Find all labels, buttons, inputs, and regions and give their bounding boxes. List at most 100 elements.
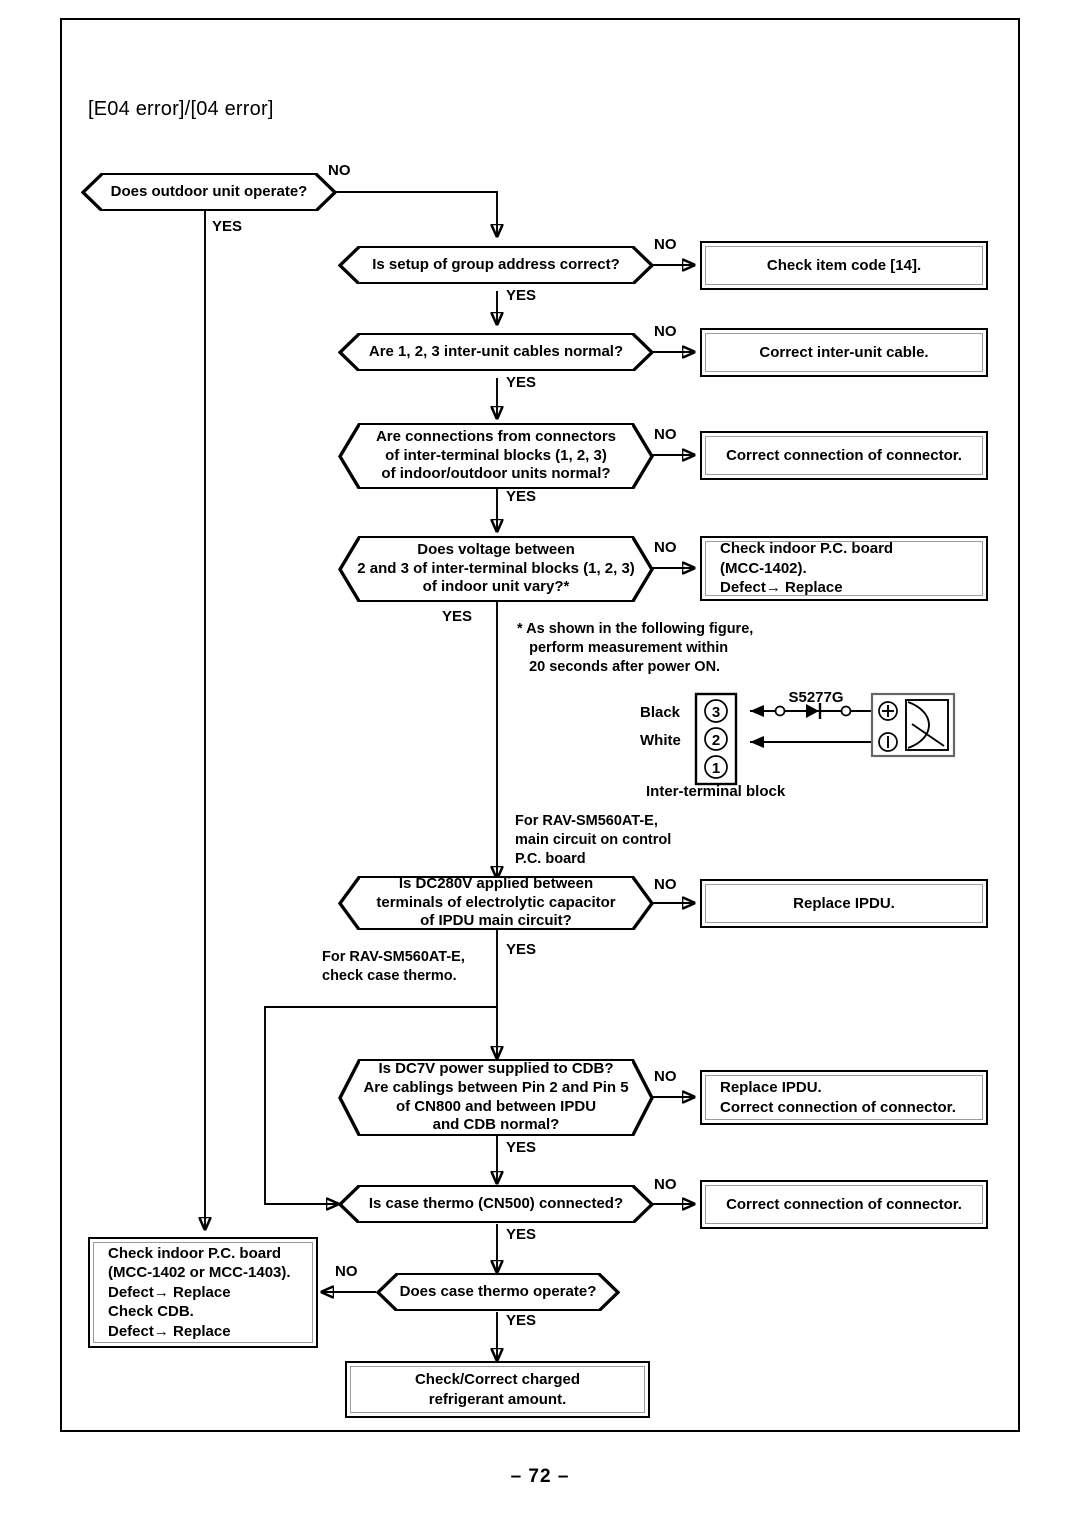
decision-line-2: Are cablings between Pin 2 and Pin 5 [363, 1078, 629, 1096]
hex-left-cap [338, 875, 360, 931]
result-text: Check indoor P.C. board (MCC-1402 or MCC… [93, 1242, 313, 1343]
decision-inter-unit-cables[interactable]: Are 1, 2, 3 inter-unit cables normal? [338, 332, 654, 372]
decision-case-thermo-connected[interactable]: Is case thermo (CN500) connected? [338, 1184, 654, 1224]
result-line-3: Defect→ Replace [108, 1283, 231, 1301]
decision-label: Does outdoor unit operate? [110, 182, 308, 200]
decision-dc7v-cdb[interactable]: Is DC7V power supplied to CDB? Are cabli… [338, 1058, 654, 1137]
decision-label: Are connections from connectors of inter… [370, 428, 622, 485]
decision-line-1: Is DC280V applied between [398, 874, 594, 892]
decision-line-1: Is DC7V power supplied to CDB? [378, 1059, 614, 1077]
decision-label: Are 1, 2, 3 inter-unit cables normal? [368, 342, 624, 360]
result-line-3: Defect→ Replace [720, 579, 843, 597]
decision-line-2: terminals of electrolytic capacitor [376, 893, 616, 911]
page-title: [E04 error]/[04 error] [88, 98, 274, 120]
decision-case-thermo-operate[interactable]: Does case thermo operate? [376, 1272, 620, 1312]
result-correct-connector-connection-2[interactable]: Correct connection of connector. [700, 1180, 988, 1229]
branch-label-no-d5: NO [654, 539, 677, 556]
hex-left-cap [338, 245, 360, 285]
decision-line-4: and CDB normal? [432, 1116, 560, 1134]
result-text: Replace IPDU. Correct connection of conn… [705, 1075, 983, 1120]
svg-text:3: 3 [712, 704, 720, 721]
result-replace-ipdu-correct-connector[interactable]: Replace IPDU. Correct connection of conn… [700, 1070, 988, 1125]
figure-caption: Inter-terminal block [646, 783, 786, 800]
branch-label-no-d3: NO [654, 323, 677, 340]
hex-right-cap [632, 332, 654, 372]
result-line-2: Correct connection of connector. [720, 1098, 956, 1116]
hex-left-cap [81, 172, 103, 212]
result-check-indoor-pc-board-and-cdb[interactable]: Check indoor P.C. board (MCC-1402 or MCC… [88, 1237, 318, 1348]
result-text: Correct connection of connector. [705, 436, 983, 475]
result-line-1: Check indoor P.C. board [108, 1244, 282, 1262]
result-correct-connector-connection-1[interactable]: Correct connection of connector. [700, 431, 988, 480]
wire-label-white: White [640, 732, 681, 749]
result-check-indoor-pc-board-mcc1402[interactable]: Check indoor P.C. board (MCC-1402). Defe… [700, 536, 988, 601]
result-text: Check item code [14]. [705, 246, 983, 285]
note-measurement-asterisk: * As shown in the following figure, perf… [517, 621, 754, 676]
branch-label-yes-d6: YES [506, 941, 537, 958]
hex-right-cap [632, 875, 654, 931]
branch-label-no-d7: NO [654, 1068, 677, 1085]
page-number: – 72 – [510, 1466, 570, 1487]
branch-label-yes-d5: YES [442, 608, 473, 625]
decision-dc280v-capacitor[interactable]: Is DC280V applied between terminals of e… [338, 875, 654, 932]
decision-outdoor-unit-operate[interactable]: Does outdoor unit operate? [81, 172, 337, 212]
branch-label-yes-d7: YES [506, 1139, 537, 1156]
result-line-1: Check/Correct charged [414, 1371, 581, 1388]
result-replace-ipdu-1[interactable]: Replace IPDU. [700, 879, 988, 928]
hex-right-cap [632, 1184, 654, 1224]
branch-label-yes-d9: YES [506, 1312, 537, 1329]
branch-label-no-d6: NO [654, 876, 677, 893]
hex-left-cap [338, 1184, 360, 1224]
result-correct-inter-unit-cable[interactable]: Correct inter-unit cable. [700, 328, 988, 377]
decision-line-3: of indoor/outdoor units normal? [381, 465, 611, 483]
result-line-5: Defect→ Replace [108, 1322, 231, 1340]
result-text: Replace IPDU. [705, 884, 983, 923]
svg-text:1: 1 [712, 760, 720, 777]
decision-line-2: 2 and 3 of inter-terminal blocks (1, 2, … [357, 559, 635, 577]
hex-right-cap [632, 245, 654, 285]
decision-label: Does voltage between 2 and 3 of inter-te… [351, 541, 641, 598]
result-line-1: Replace IPDU. [720, 1079, 822, 1096]
note-control-pc-board: For RAV-SM560AT-E, main circuit on contr… [515, 813, 672, 868]
result-check-refrigerant-amount[interactable]: Check/Correct charged refrigerant amount… [345, 1361, 650, 1418]
measurement-figure: Black White 3 2 1 S5277G Inter-terminal … [640, 689, 960, 800]
decision-line-3: of indoor unit vary?* [422, 578, 570, 596]
result-line-2: refrigerant amount. [428, 1390, 567, 1408]
result-line-1: Check indoor P.C. board [720, 540, 894, 558]
branch-label-no-d1: NO [328, 162, 351, 179]
hex-right-cap [632, 422, 654, 490]
branch-label-yes-d2: YES [506, 287, 537, 304]
result-check-item-code[interactable]: Check item code [14]. [700, 241, 988, 290]
branch-label-no-d9: NO [335, 1263, 358, 1280]
decision-voltage-between-2-and-3[interactable]: Does voltage between 2 and 3 of inter-te… [338, 535, 654, 603]
decision-label: Is case thermo (CN500) connected? [368, 1194, 624, 1212]
hex-left-cap [338, 332, 360, 372]
decision-line-1: Does voltage between [417, 540, 575, 558]
branch-label-no-d4: NO [654, 426, 677, 443]
decision-line-1: Are connections from connectors [375, 427, 617, 445]
device-label-s5277g: S5277G [788, 690, 843, 706]
decision-label: Does case thermo operate? [399, 1282, 597, 1300]
decision-line-3: of CN800 and between IPDU [395, 1097, 597, 1115]
branch-label-yes-d3: YES [506, 374, 537, 391]
branch-label-no-d2: NO [654, 236, 677, 253]
hex-right-cap [632, 1058, 654, 1137]
result-text: Correct connection of connector. [705, 1185, 983, 1224]
hex-left-cap [338, 422, 360, 490]
decision-label: Is DC7V power supplied to CDB? Are cabli… [357, 1060, 634, 1136]
result-line-2: (MCC-1402). [720, 559, 807, 577]
decision-line-3: of IPDU main circuit? [420, 912, 572, 930]
branch-label-no-d8: NO [654, 1176, 677, 1193]
branch-label-yes-d1: YES [212, 218, 243, 235]
decision-label: Is DC280V applied between terminals of e… [370, 875, 621, 932]
result-line-4: Check CDB. [108, 1303, 194, 1321]
document-page: [E04 error]/[04 error] Does outdoor unit… [0, 0, 1080, 1525]
result-text: Check/Correct charged refrigerant amount… [350, 1366, 645, 1413]
decision-label: Is setup of group address correct? [372, 255, 620, 273]
result-text: Correct inter-unit cable. [705, 333, 983, 372]
decision-line-2: of inter-terminal blocks (1, 2, 3) [385, 446, 607, 464]
wire-label-black: Black [640, 704, 681, 721]
branch-label-yes-d8: YES [506, 1226, 537, 1243]
decision-connector-connections[interactable]: Are connections from connectors of inter… [338, 422, 654, 490]
decision-group-address[interactable]: Is setup of group address correct? [338, 245, 654, 285]
